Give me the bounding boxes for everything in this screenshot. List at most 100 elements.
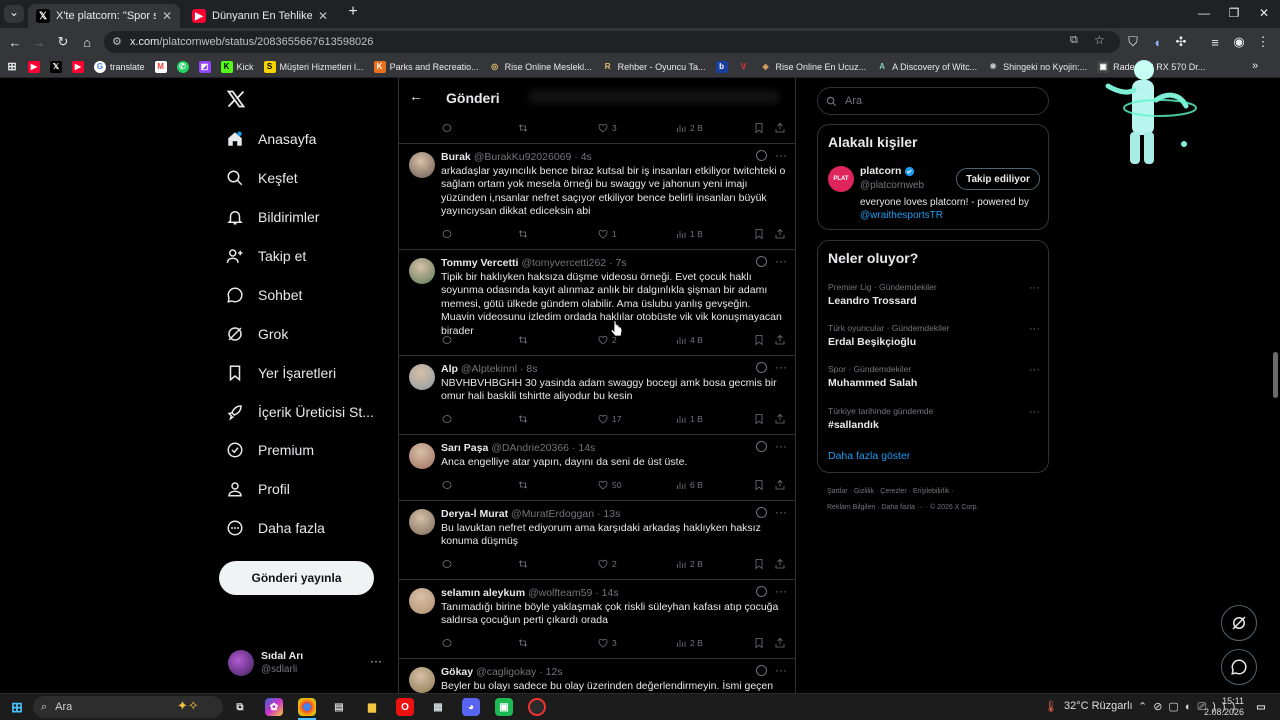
post-time[interactable]: 13s [603,508,620,520]
repost-button[interactable] [517,334,529,346]
bookmark-shingeki[interactable]: ❋ Shingeki no Kyojin:... [987,61,1087,73]
repost-button[interactable] [517,228,529,240]
share-button[interactable] [774,637,786,649]
author-handle[interactable]: @BurakKu92026069 [474,151,572,163]
post-more-icon[interactable]: ··· [775,254,787,268]
bookmark-kick[interactable]: K Kick [220,60,254,73]
post-button[interactable]: Gönderi yayınla [219,561,374,595]
avatar[interactable] [409,364,435,390]
bookmark-youtube[interactable]: ▶ [28,60,40,73]
nav-follow[interactable]: Takip et [226,241,306,271]
tab-youtube-video[interactable]: ▶ Dünyanın En Tehlikeli Deniz Can ✕ [184,4,336,28]
account-more-icon[interactable]: ··· [370,654,382,668]
repost-button[interactable] [517,413,529,425]
search-input[interactable]: Ara [817,87,1049,115]
post-time[interactable]: 12s [546,666,563,678]
author-handle[interactable]: @wolfteam59 [528,587,592,599]
author-name[interactable]: Burak [441,151,471,163]
post-more-icon[interactable]: ··· [775,148,787,162]
reply-button[interactable] [441,637,453,649]
app-icon[interactable]: ▤ [330,698,348,716]
views-button[interactable]: 1 B [675,413,703,425]
like-button[interactable]: 1 [597,228,617,240]
post-more-icon[interactable]: ··· [775,505,787,519]
grok-explain-icon[interactable] [756,256,767,267]
home-icon[interactable]: ⌂ [78,33,96,51]
site-info-icon[interactable]: ⚙ [112,35,122,48]
views-button[interactable]: 6 B [675,479,703,491]
bookmark-gmail[interactable]: M [154,60,167,73]
bookmark-whatsapp[interactable]: ✆ [176,60,189,73]
trend-item[interactable]: Türkiye tarihinde gündemde #sallandık ··… [828,406,1040,431]
bio-link[interactable]: @wraithesportsTR [860,210,943,221]
like-button[interactable]: 2 [597,558,617,570]
like-button[interactable]: 50 [597,479,621,491]
discord-icon[interactable]: ◕ [462,698,480,716]
post-time[interactable]: 14s [602,587,619,599]
trend-item[interactable]: Spor · Gündemdekiler Muhammed Salah ··· [828,364,1040,389]
bookmark-button[interactable] [753,228,765,240]
post-more-icon[interactable]: ··· [775,663,787,677]
following-button[interactable]: Takip ediliyor [956,168,1040,190]
repost-button[interactable] [517,122,529,134]
views-button[interactable]: 2 B [675,558,703,570]
post-time[interactable]: 7s [615,257,626,269]
footer-links-2[interactable]: Reklam Bilgileri · Daha fazla ··· · © 20… [827,504,978,511]
media-controls-icon[interactable]: ≡ [1206,33,1224,51]
reply-button[interactable] [441,334,453,346]
nav-bookmarks[interactable]: Yer İşaretleri [226,358,336,388]
browser-menu-icon[interactable]: ⋮ [1254,33,1272,51]
bookmark-button[interactable] [753,413,765,425]
page-scrollbar[interactable] [1273,80,1278,692]
views-button[interactable]: 4 B [675,334,703,346]
share-button[interactable] [774,228,786,240]
author-name[interactable]: Alp [441,363,458,375]
nav-notifications[interactable]: Bildirimler [226,202,319,232]
back-arrow-icon[interactable]: ← [409,88,423,104]
bookmark-youtube-2[interactable]: ▶ [72,60,84,73]
tab-search-button[interactable]: ⌄ [4,5,24,23]
taskbar-search[interactable]: ⌕ Ara ✦✧ [33,696,223,718]
show-more-link[interactable]: Daha fazla göster [828,450,910,462]
notification-icon[interactable]: ▭ [1252,698,1270,716]
bookmark-support[interactable]: S Müşteri Hizmetleri l... [263,60,364,73]
avatar[interactable] [409,258,435,284]
bookmark-button[interactable] [753,637,765,649]
profile-icon[interactable]: ◉ [1230,33,1248,51]
weather-widget[interactable]: 🌡 32°C Rüzgarlı [1044,700,1133,713]
post-more-icon[interactable]: ··· [775,439,787,453]
tab-close-icon[interactable]: ✕ [318,9,328,23]
trend-more-icon[interactable]: ··· [1029,323,1040,335]
views-button[interactable]: 1 B [675,228,703,240]
share-button[interactable] [774,413,786,425]
author-name[interactable]: Derya-İ Murat [441,508,508,520]
bookmark-parks[interactable]: K Parks and Recreatio... [373,60,479,73]
bookmark-witches[interactable]: A A Discovery of Witc... [876,61,977,73]
grok-explain-icon[interactable] [756,441,767,452]
reply-post[interactable]: Sarı Paşa @DAndrie20366 · 14s ··· Anca eng… [399,435,795,501]
avatar[interactable] [409,588,435,614]
bookmark-v[interactable]: V [738,61,750,73]
avatar[interactable] [409,152,435,178]
bookmark-twitch[interactable]: ◩ [198,60,211,73]
tab-x-post[interactable]: 𝕏 X'te platcorn: "Spor salonunda ✕ [28,4,180,28]
footer-links[interactable]: Şartlar · Gizlilik · Çerezler · Erişileb… [827,488,954,495]
post-more-icon[interactable]: ··· [775,584,787,598]
opera-icon[interactable]: O [396,698,414,716]
grok-explain-icon[interactable] [756,507,767,518]
account-switcher[interactable]: Sıdal Arı @sdlarli ··· [228,650,388,680]
repost-button[interactable] [517,558,529,570]
trend-more-icon[interactable]: ··· [1029,364,1040,376]
chrome-icon[interactable] [298,698,316,716]
reply-button[interactable] [441,122,453,134]
views-button[interactable]: 2 B [675,122,703,134]
nav-explore[interactable]: Keşfet [226,163,298,193]
platcorn-avatar[interactable]: PLAT [828,166,854,192]
repost-button[interactable] [517,637,529,649]
like-button[interactable]: 3 [597,122,617,134]
reply-button[interactable] [441,228,453,240]
reply-button[interactable] [441,558,453,570]
share-button[interactable] [774,122,786,134]
author-name[interactable]: Gökay [441,666,473,678]
bookmark-star-icon[interactable]: ☆ [1094,33,1105,47]
